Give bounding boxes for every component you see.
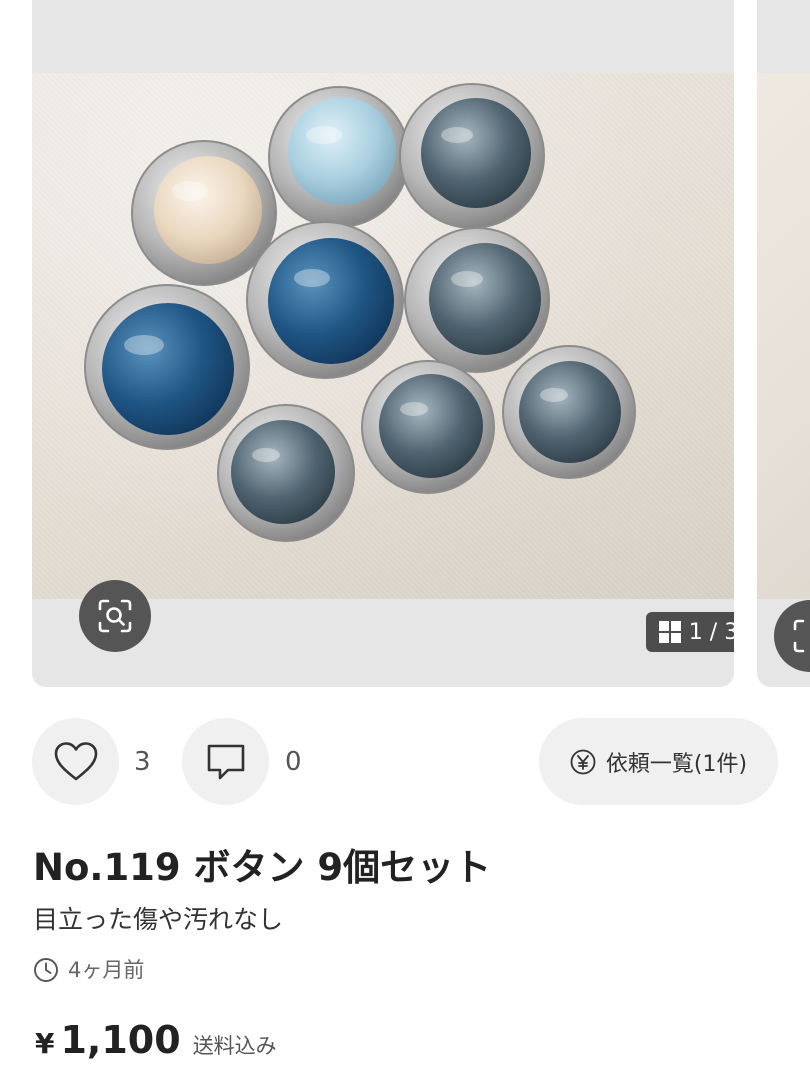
buttons-photo-illustration <box>84 83 636 542</box>
action-row: 3 0 依頼一覧(1件) <box>0 718 810 806</box>
product-photo[interactable] <box>32 73 734 599</box>
heart-icon <box>54 741 97 780</box>
comment-icon <box>207 744 244 779</box>
item-title: No.119 ボタン 9個セット <box>33 846 492 889</box>
clock-icon <box>34 958 58 982</box>
price: ¥ 1,100 送料込み <box>35 1018 277 1062</box>
currency-symbol: ¥ <box>35 1027 55 1060</box>
image-counter-text: 1 / 3 <box>688 619 734 645</box>
comment-count: 0 <box>285 747 302 777</box>
next-image-card-peek[interactable] <box>757 0 810 687</box>
image-card[interactable]: 1 / 3 <box>32 0 734 687</box>
grid-icon <box>658 621 681 643</box>
price-amount: 1,100 <box>60 1018 181 1062</box>
item-condition: 目立った傷や汚れなし <box>33 905 284 934</box>
like-count: 3 <box>134 747 151 777</box>
yen-circle-icon <box>570 749 596 774</box>
posted-time-text: 4ヶ月前 <box>68 958 145 982</box>
comment-button[interactable] <box>182 718 269 805</box>
image-counter: 1 / 3 <box>646 612 734 652</box>
posted-time: 4ヶ月前 <box>33 952 144 988</box>
visual-search-icon <box>793 619 805 653</box>
request-list-label: 依頼一覧(1件) <box>605 751 748 777</box>
next-product-photo <box>757 73 810 599</box>
request-list-button[interactable]: 依頼一覧(1件) <box>539 718 778 805</box>
shipping-note: 送料込み <box>192 1034 277 1058</box>
image-carousel[interactable]: 1 / 3 <box>0 0 810 690</box>
like-button[interactable] <box>32 718 119 805</box>
visual-search-icon <box>98 599 132 633</box>
visual-search-button[interactable] <box>79 580 151 652</box>
